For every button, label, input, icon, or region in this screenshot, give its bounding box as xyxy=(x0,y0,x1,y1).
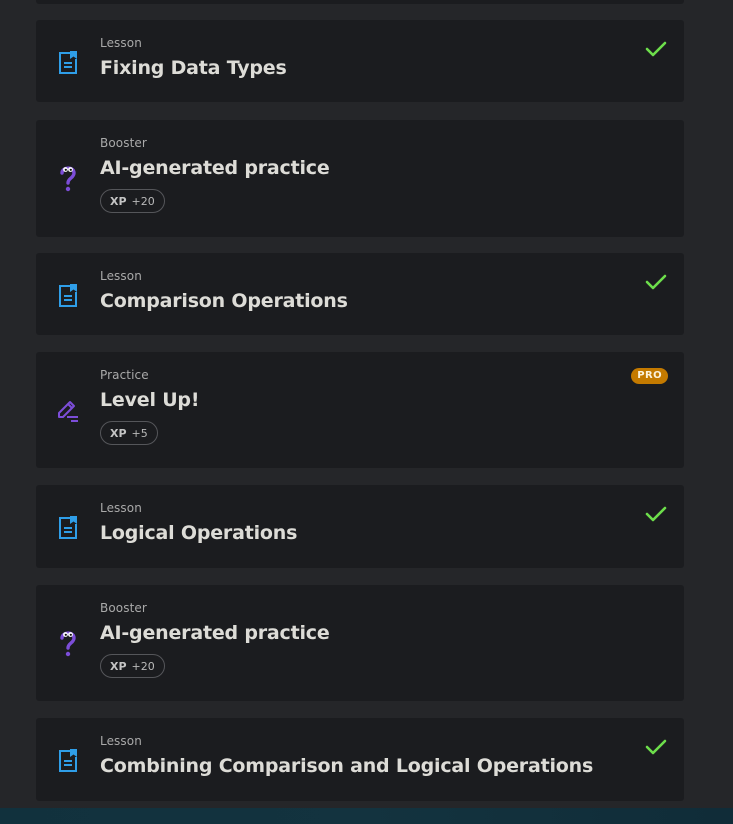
bottom-banner-edge xyxy=(0,808,733,824)
booster-question-icon xyxy=(55,165,81,192)
item-type-label: Lesson xyxy=(100,734,142,748)
lesson-icon xyxy=(55,748,81,774)
item-title: Level Up! xyxy=(100,389,200,411)
item-title: AI-generated practice xyxy=(100,157,330,179)
xp-badge: XP +20 xyxy=(100,654,165,678)
item-type-label: Lesson xyxy=(100,269,142,283)
check-icon xyxy=(644,502,668,526)
pro-badge: PRO xyxy=(631,368,668,384)
check-icon xyxy=(644,735,668,759)
lesson-card[interactable]: Lesson Fixing Data Types xyxy=(36,20,684,102)
item-type-label: Lesson xyxy=(100,36,142,50)
item-type-label: Practice xyxy=(100,368,149,382)
xp-badge: XP +20 xyxy=(100,189,165,213)
check-icon xyxy=(644,37,668,61)
item-title: Fixing Data Types xyxy=(100,57,287,79)
xp-badge: XP +5 xyxy=(100,421,158,445)
xp-label: XP xyxy=(110,659,127,673)
booster-card[interactable]: Booster AI-generated practice XP +20 xyxy=(36,585,684,701)
xp-value: +5 xyxy=(131,426,148,440)
xp-label: XP xyxy=(110,194,127,208)
item-title: Comparison Operations xyxy=(100,290,348,312)
booster-card[interactable]: Booster AI-generated practice XP +20 xyxy=(36,120,684,237)
previous-card-partial[interactable] xyxy=(36,0,684,4)
item-title: Logical Operations xyxy=(100,522,298,544)
course-path: Lesson Fixing Data Types Booster AI-gene… xyxy=(0,0,733,824)
xp-label: XP xyxy=(110,426,127,440)
item-type-label: Lesson xyxy=(100,501,142,515)
item-title: Combining Comparison and Logical Operati… xyxy=(100,755,594,777)
lesson-icon xyxy=(55,50,81,76)
booster-question-icon xyxy=(55,630,81,657)
lesson-icon xyxy=(55,283,81,309)
item-title: AI-generated practice xyxy=(100,622,330,644)
lesson-card[interactable]: Lesson Combining Comparison and Logical … xyxy=(36,718,684,801)
check-icon xyxy=(644,270,668,294)
lesson-icon xyxy=(55,515,81,541)
practice-card[interactable]: Practice Level Up! XP +5 PRO xyxy=(36,352,684,468)
lesson-card[interactable]: Lesson Comparison Operations xyxy=(36,253,684,335)
xp-value: +20 xyxy=(131,194,155,208)
xp-value: +20 xyxy=(131,659,155,673)
item-type-label: Booster xyxy=(100,601,147,615)
item-type-label: Booster xyxy=(100,136,147,150)
lesson-card[interactable]: Lesson Logical Operations xyxy=(36,485,684,568)
pencil-icon xyxy=(55,397,81,423)
